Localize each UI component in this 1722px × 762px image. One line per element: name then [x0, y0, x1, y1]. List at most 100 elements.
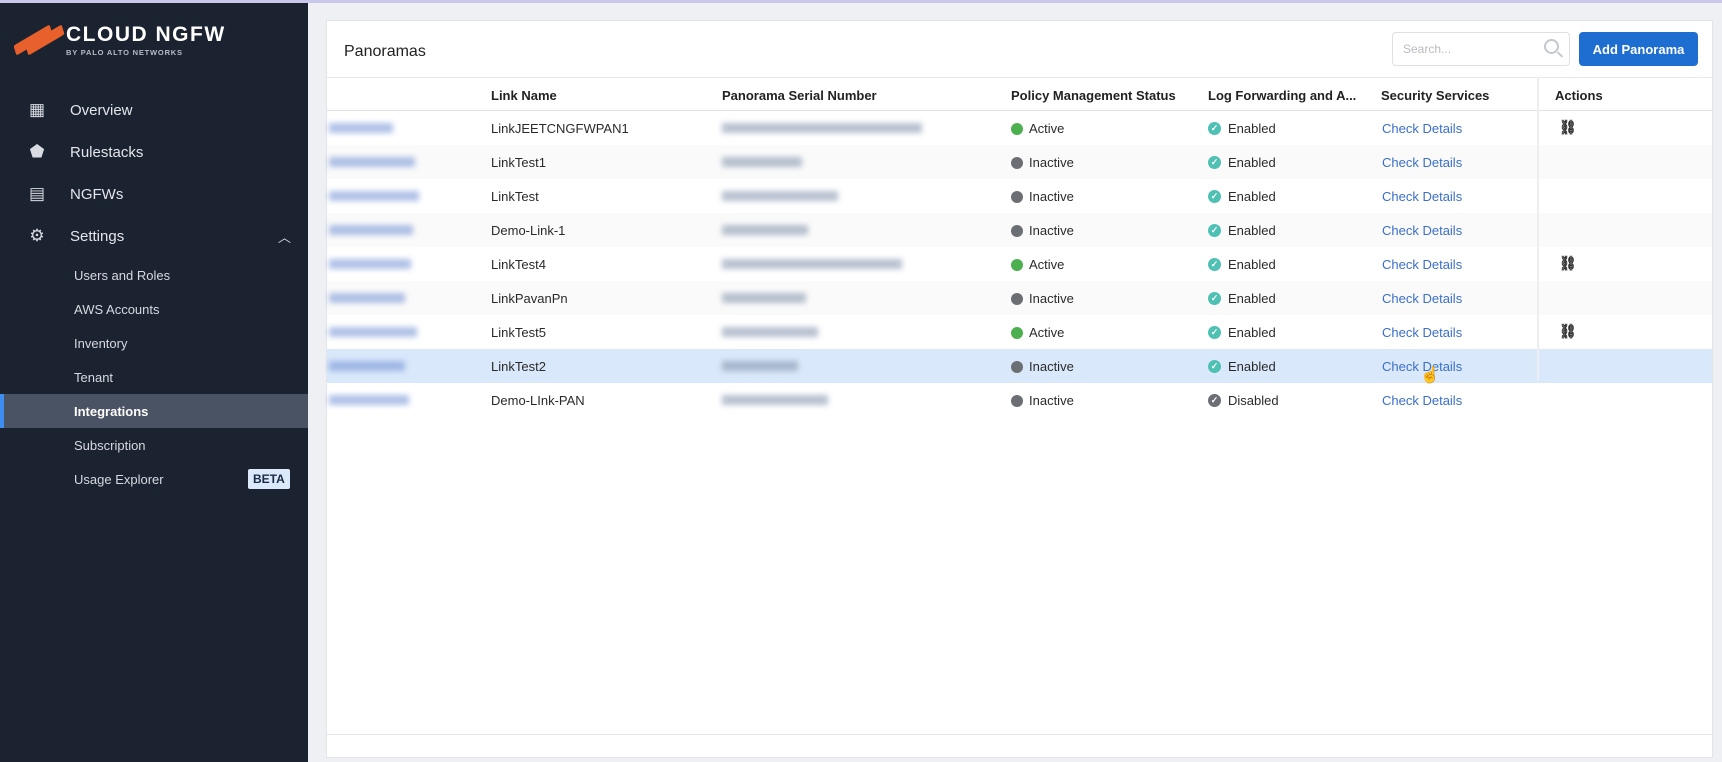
unlink-icon[interactable]: ⛓ — [1559, 255, 1577, 272]
log-label: Enabled — [1228, 291, 1276, 306]
redacted-serial — [722, 259, 902, 269]
check-details-link[interactable]: Check Details — [1382, 393, 1462, 408]
sidebar-subitem-subscription[interactable]: Subscription — [0, 428, 308, 462]
status-label: Active — [1029, 325, 1065, 340]
sidebar-subitem-tenant[interactable]: Tenant — [0, 360, 308, 394]
check-circle-icon: ✓ — [1208, 190, 1221, 203]
sidebar-subitem-label: Subscription — [74, 437, 146, 453]
col-policy-status[interactable]: Policy Management Status — [1011, 88, 1176, 103]
sidebar-item-rulestacks[interactable]: ⬟ Rulestacks — [0, 132, 308, 172]
check-details-link[interactable]: Check Details — [1382, 291, 1462, 306]
redacted-id[interactable] — [329, 191, 419, 201]
sidebar-subitem-label: Integrations — [74, 403, 149, 419]
check-details-link[interactable]: Check Details — [1382, 223, 1462, 238]
policy-status: Inactive — [1011, 189, 1074, 204]
status-label: Inactive — [1029, 155, 1074, 170]
sidebar-subitem-users-and-roles[interactable]: Users and Roles — [0, 258, 308, 292]
log-label: Enabled — [1228, 359, 1276, 374]
redacted-id[interactable] — [329, 123, 393, 133]
sidebar-subitem-label: AWS Accounts — [74, 301, 160, 317]
check-details-link[interactable]: Check Details — [1382, 257, 1462, 272]
policy-status: Inactive — [1011, 359, 1074, 374]
log-label: Enabled — [1228, 155, 1276, 170]
status-label: Active — [1029, 257, 1065, 272]
col-log-forwarding[interactable]: Log Forwarding and A... — [1208, 88, 1356, 103]
check-circle-icon: ✓ — [1208, 292, 1221, 305]
table-row[interactable]: LinkTest4 Active ✓ Enabled Check Details ⛓ — [327, 247, 1712, 281]
link-name: LinkTest — [491, 189, 539, 204]
brand-title: CLOUD NGFW — [66, 23, 226, 46]
redacted-id[interactable] — [329, 327, 417, 337]
check-circle-icon: ✓ — [1208, 326, 1221, 339]
redacted-id[interactable] — [329, 293, 405, 303]
table-row[interactable]: LinkTest1 Inactive ✓ Enabled Check Detail… — [327, 145, 1712, 179]
policy-status: Inactive — [1011, 223, 1074, 238]
table-row[interactable]: Demo-LInk-PAN Inactive ✓ Disabled Check D… — [327, 383, 1712, 417]
status-dot-icon — [1011, 360, 1023, 373]
sidebar-subitem-aws-accounts[interactable]: AWS Accounts — [0, 292, 308, 326]
sidebar-subitem-integrations[interactable]: Integrations — [0, 394, 308, 428]
table-row[interactable]: LinkTest5 Active ✓ Enabled Check Details ⛓ — [327, 315, 1712, 349]
status-dot-icon — [1011, 258, 1023, 271]
check-details-link[interactable]: Check Details — [1382, 325, 1462, 340]
log-forwarding: ✓ Enabled — [1208, 223, 1276, 238]
unlink-icon[interactable]: ⛓ — [1559, 119, 1577, 136]
status-label: Active — [1029, 121, 1065, 136]
log-label: Enabled — [1228, 257, 1276, 272]
scrollbar-track[interactable] — [327, 734, 1712, 735]
redacted-id[interactable] — [329, 395, 409, 405]
redacted-id[interactable] — [329, 225, 413, 235]
redacted-id[interactable] — [329, 157, 415, 167]
sidebar-item-ngfws[interactable]: ▤ NGFWs — [0, 174, 308, 214]
search-input[interactable]: Search... — [1392, 32, 1570, 66]
status-dot-icon — [1011, 190, 1023, 203]
redacted-serial — [722, 225, 808, 235]
log-label: Enabled — [1228, 189, 1276, 204]
col-serial[interactable]: Panorama Serial Number — [722, 88, 877, 103]
redacted-serial — [722, 191, 838, 201]
table-row[interactable]: LinkJEETCNGFWPAN1 Active ✓ Enabled Check … — [327, 111, 1712, 145]
check-details-link[interactable]: Check Details — [1382, 155, 1462, 170]
col-security-services[interactable]: Security Services — [1381, 88, 1489, 103]
status-label: Inactive — [1029, 359, 1074, 374]
check-details-link[interactable]: Check Details — [1382, 121, 1462, 136]
col-link-name[interactable]: Link Name — [491, 88, 557, 103]
table-row[interactable]: Demo-Link-1 Inactive ✓ Enabled Check Deta… — [327, 213, 1712, 247]
log-label: Enabled — [1228, 121, 1276, 136]
table-row[interactable]: LinkPavanPn Inactive ✓ Enabled Check Deta… — [327, 281, 1712, 315]
redacted-id[interactable] — [329, 361, 405, 371]
log-forwarding: ✓ Enabled — [1208, 121, 1276, 136]
status-label: Inactive — [1029, 223, 1074, 238]
status-label: Inactive — [1029, 291, 1074, 306]
log-forwarding: ✓ Enabled — [1208, 189, 1276, 204]
brand-subtitle: BY PALO ALTO NETWORKS — [66, 48, 183, 57]
add-panorama-button[interactable]: Add Panorama — [1579, 32, 1698, 66]
status-label: Inactive — [1029, 189, 1074, 204]
sidebar: CLOUD NGFW BY PALO ALTO NETWORKS ▦ Overvi… — [0, 3, 308, 762]
table-row[interactable]: LinkTest2 Inactive ✓ Enabled Check Detail… — [327, 349, 1712, 383]
unlink-icon[interactable]: ⛓ — [1559, 323, 1577, 340]
log-forwarding: ✓ Enabled — [1208, 291, 1276, 306]
redacted-serial — [722, 327, 818, 337]
sidebar-subitem-inventory[interactable]: Inventory — [0, 326, 308, 360]
sidebar-item-settings[interactable]: ⚙ Settings ︿ — [0, 216, 308, 256]
sidebar-item-overview[interactable]: ▦ Overview — [0, 90, 308, 130]
status-dot-icon — [1011, 292, 1023, 305]
logo[interactable]: CLOUD NGFW BY PALO ALTO NETWORKS — [13, 23, 226, 57]
table-row[interactable]: LinkTest Inactive ✓ Enabled Check Details — [327, 179, 1712, 213]
server-icon: ▤ — [28, 184, 46, 203]
policy-status: Inactive — [1011, 155, 1074, 170]
log-label: Enabled — [1228, 223, 1276, 238]
check-details-link[interactable]: Check Details — [1382, 189, 1462, 204]
sidebar-subitem-usage-explorer[interactable]: Usage Explorer BETA — [0, 462, 308, 496]
redacted-id[interactable] — [329, 259, 411, 269]
shield-icon: ⬟ — [29, 142, 45, 161]
check-circle-icon: ✓ — [1208, 156, 1221, 169]
redacted-serial — [722, 293, 806, 303]
chevron-up-icon[interactable]: ︿ — [278, 227, 291, 246]
check-circle-icon: ✓ — [1208, 360, 1221, 373]
sidebar-subitem-label: Usage Explorer — [74, 471, 164, 487]
sidebar-subitem-label: Tenant — [74, 369, 114, 385]
sidebar-subitem-label: Users and Roles — [74, 267, 171, 283]
beta-badge: BETA — [248, 469, 290, 489]
